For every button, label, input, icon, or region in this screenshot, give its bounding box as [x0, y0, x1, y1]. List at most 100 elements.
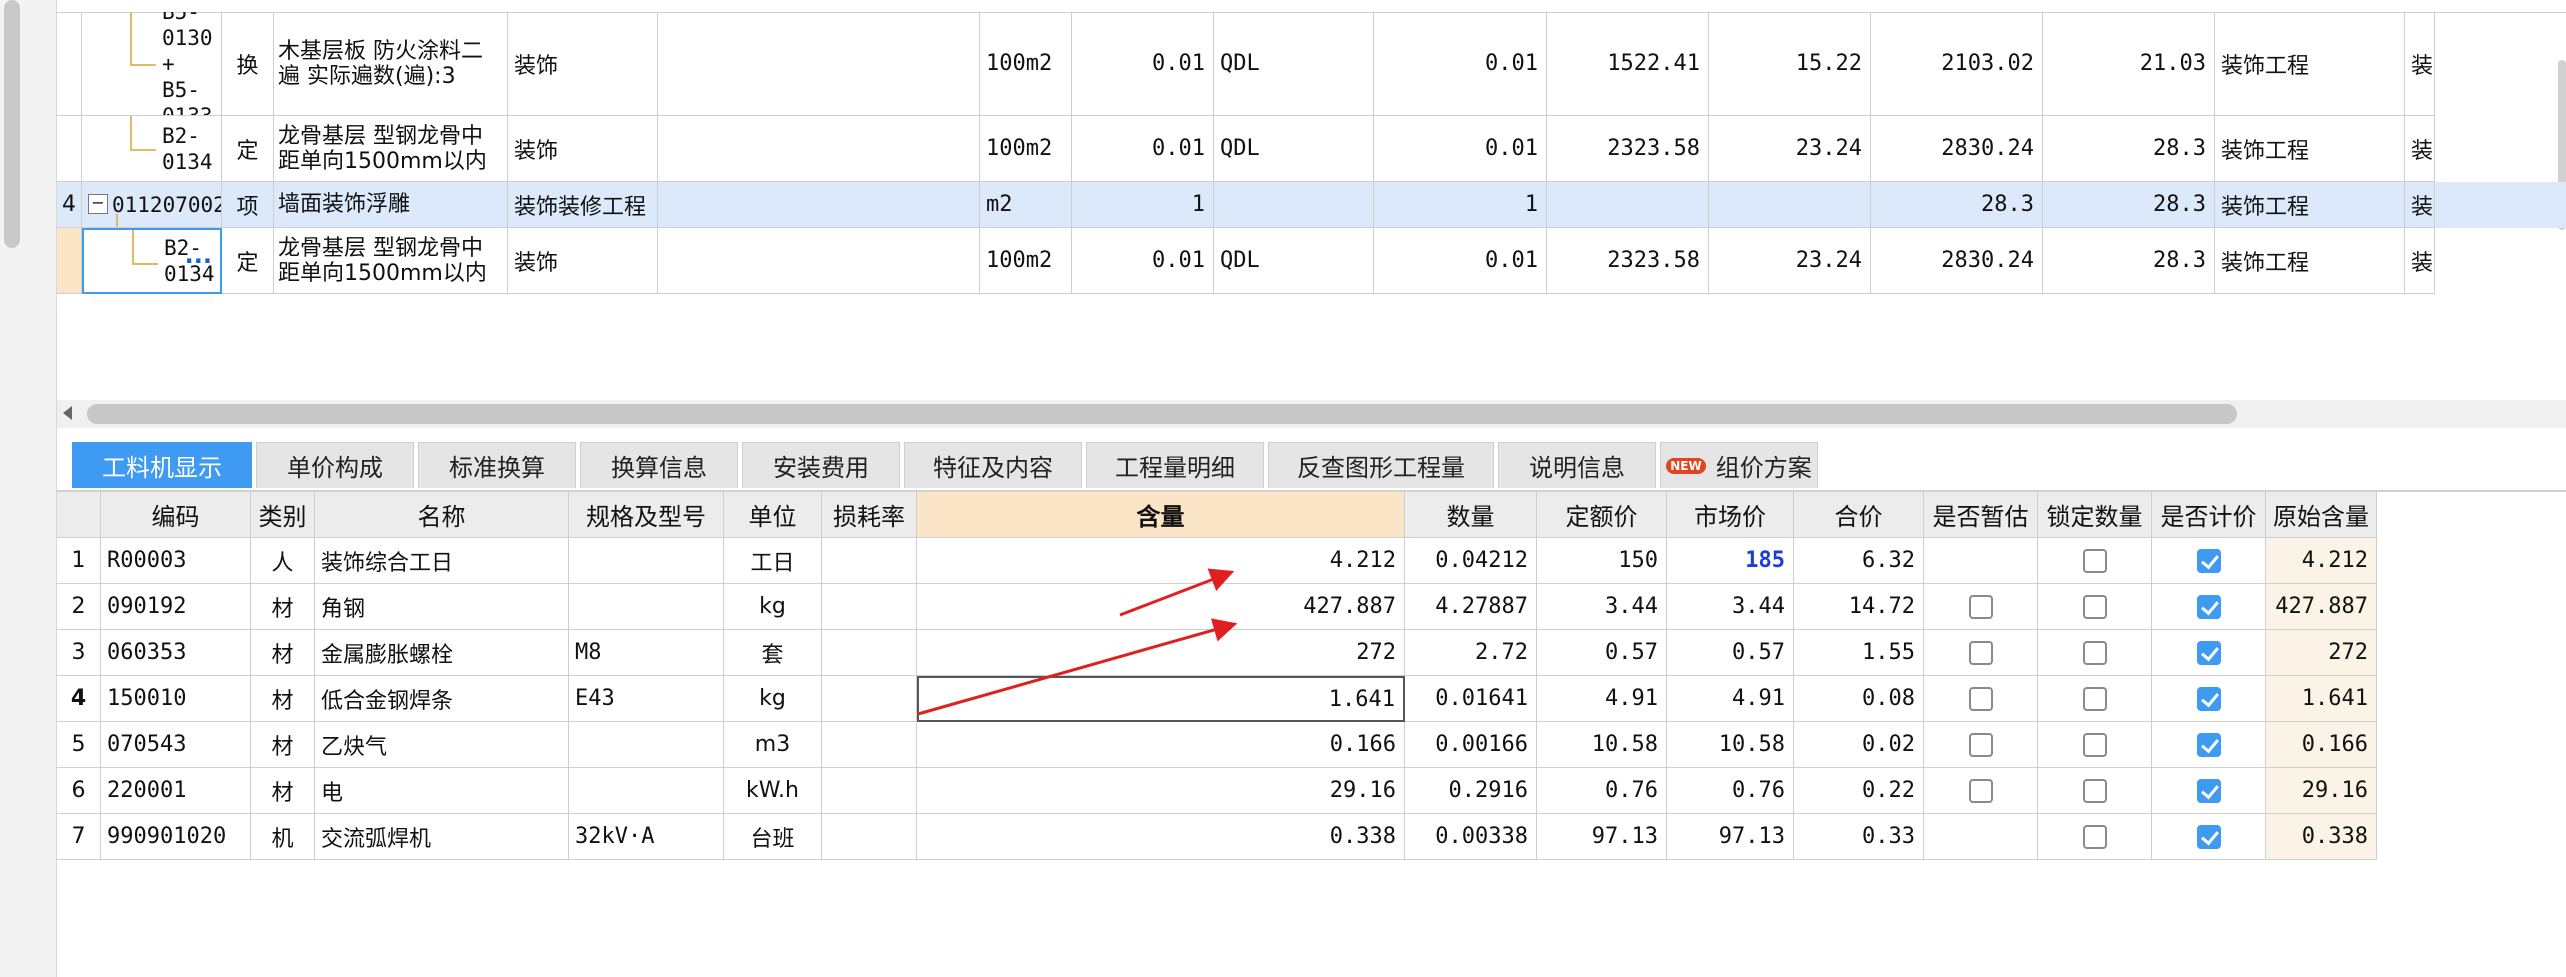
cell-qty[interactable]: 1 — [1374, 182, 1547, 228]
cell-unit[interactable]: 100m2 — [980, 116, 1072, 182]
column-header[interactable]: 定额价 — [1537, 492, 1667, 538]
cell-content[interactable]: 1.641 — [917, 676, 1405, 722]
cell-spec[interactable]: E43 — [569, 676, 724, 722]
cell-cat[interactable]: 人 — [251, 538, 315, 584]
cell-spec[interactable] — [569, 768, 724, 814]
cell-p2[interactable]: 23.24 — [1709, 116, 1871, 182]
cell-blank[interactable] — [658, 116, 980, 182]
checkbox-cell[interactable] — [1924, 768, 2038, 814]
cell-edge[interactable]: 装 — [2405, 228, 2435, 294]
cell-spec[interactable] — [569, 722, 724, 768]
cell-cat[interactable]: 装饰工程 — [2215, 116, 2405, 182]
cell-name[interactable]: 龙骨基层 型钢龙骨中距单向1500mm以内 — [274, 228, 508, 294]
cell-blank[interactable] — [658, 182, 980, 228]
checkbox[interactable] — [2196, 824, 2221, 849]
checkbox-cell[interactable] — [2038, 676, 2152, 722]
checkbox-cell[interactable] — [2038, 538, 2152, 584]
cell-code[interactable]: ··· B2-0134 — [82, 228, 222, 294]
cell-qty[interactable]: 4.27887 — [1405, 584, 1537, 630]
tab-item[interactable]: 换算信息 — [580, 442, 738, 488]
cell-quota[interactable]: 97.13 — [1537, 814, 1667, 860]
checkbox-cell[interactable] — [1924, 584, 2038, 630]
checkbox-cell[interactable] — [2152, 676, 2266, 722]
checkbox-cell[interactable] — [1924, 814, 2038, 860]
cell-spec[interactable]: 装饰装修工程 — [508, 182, 658, 228]
cell-qty[interactable]: 0.2916 — [1405, 768, 1537, 814]
cell-name[interactable]: 角钢 — [315, 584, 569, 630]
cell-name[interactable]: 木基层板 防火涂料二遍 实际遍数(遍):3 — [274, 12, 508, 116]
cell-loss[interactable] — [822, 538, 917, 584]
resource-row[interactable]: 3 060353 材金属膨胀螺栓 M8 套 272 2.72 0.57 0.57 1.55 272 — [57, 630, 2436, 676]
cell-spec[interactable]: M8 — [569, 630, 724, 676]
cell-quota[interactable]: 0.76 — [1537, 768, 1667, 814]
checkbox[interactable] — [1968, 640, 1993, 665]
cell-name[interactable]: 墙面装饰浮雕 — [274, 182, 508, 228]
checkbox[interactable] — [1968, 778, 1993, 803]
column-header[interactable]: 编码 — [101, 492, 251, 538]
cell-code[interactable]: B2-0134 — [82, 116, 222, 182]
tab-item[interactable]: 工程量明细 — [1086, 442, 1264, 488]
cell-spec[interactable] — [569, 538, 724, 584]
cell-market[interactable]: 10.58 — [1667, 722, 1794, 768]
cell-loss[interactable] — [822, 814, 917, 860]
cell-orig[interactable]: 1.641 — [2266, 676, 2377, 722]
cell-quota[interactable]: 10.58 — [1537, 722, 1667, 768]
checkbox[interactable] — [2196, 594, 2221, 619]
cell-p3[interactable]: 2830.24 — [1871, 116, 2043, 182]
checkbox[interactable] — [2082, 594, 2107, 619]
cell-name[interactable]: 乙炔气 — [315, 722, 569, 768]
cell-p3[interactable]: 2830.24 — [1871, 228, 2043, 294]
cell-spec[interactable]: 32kV·A — [569, 814, 724, 860]
cell-quota[interactable]: 4.91 — [1537, 676, 1667, 722]
checkbox-cell[interactable] — [2152, 584, 2266, 630]
cell-unit[interactable]: 套 — [724, 630, 822, 676]
cell-content[interactable]: 4.212 — [917, 538, 1405, 584]
cell-cat[interactable]: 材 — [251, 676, 315, 722]
checkbox-cell[interactable] — [1924, 630, 2038, 676]
cell-code[interactable]: 150010 — [101, 676, 251, 722]
cell-total[interactable]: 0.08 — [1794, 676, 1924, 722]
left-scroll-strip[interactable] — [0, 0, 57, 977]
estimate-row[interactable]: B2-0134 定龙骨基层 型钢龙骨中距单向1500mm以内 装饰 100m2 0.01… — [57, 116, 2566, 182]
cell-total[interactable]: 6.32 — [1794, 538, 1924, 584]
checkbox-cell[interactable] — [2152, 630, 2266, 676]
cell-cat[interactable]: 材 — [251, 584, 315, 630]
cell-quota[interactable]: 0.57 — [1537, 630, 1667, 676]
cell-market[interactable]: 0.57 — [1667, 630, 1794, 676]
checkbox-cell[interactable] — [1924, 722, 2038, 768]
cell-content[interactable]: 0.338 — [917, 814, 1405, 860]
cell-edge[interactable]: 装 — [2405, 12, 2435, 116]
cell-p2[interactable]: 23.24 — [1709, 228, 1871, 294]
vertical-scroll-thumb[interactable] — [4, 0, 20, 248]
checkbox-cell[interactable] — [2152, 722, 2266, 768]
cell-name[interactable]: 龙骨基层 型钢龙骨中距单向1500mm以内 — [274, 116, 508, 182]
cell-code[interactable]: −011207002001 — [82, 182, 222, 228]
cell-total[interactable]: 0.33 — [1794, 814, 1924, 860]
cell-unit[interactable]: 100m2 — [980, 12, 1072, 116]
column-header[interactable]: 锁定数量 — [2038, 492, 2152, 538]
checkbox[interactable] — [2082, 778, 2107, 803]
cell-total[interactable]: 14.72 — [1794, 584, 1924, 630]
cell-content[interactable]: 272 — [917, 630, 1405, 676]
cell-cat[interactable]: 材 — [251, 768, 315, 814]
cell-qty[interactable]: 0.01 — [1374, 228, 1547, 294]
cell-orig[interactable]: 427.887 — [2266, 584, 2377, 630]
cell-content[interactable]: 29.16 — [917, 768, 1405, 814]
cell-p4[interactable]: 28.3 — [2043, 182, 2215, 228]
cell-p3[interactable]: 2103.02 — [1871, 12, 2043, 116]
cell-type[interactable]: 定 — [222, 228, 274, 294]
cell-name[interactable]: 低合金钢焊条 — [315, 676, 569, 722]
checkbox-cell[interactable] — [2038, 722, 2152, 768]
cell-cat[interactable]: 装饰工程 — [2215, 12, 2405, 116]
tab-item[interactable]: 特征及内容 — [904, 442, 1082, 488]
cell-orig[interactable]: 29.16 — [2266, 768, 2377, 814]
cell-edge[interactable]: 装 — [2405, 116, 2435, 182]
cell-unit[interactable]: m3 — [724, 722, 822, 768]
checkbox[interactable] — [2196, 778, 2221, 803]
column-header[interactable] — [57, 492, 101, 538]
cell-p4[interactable]: 28.3 — [2043, 116, 2215, 182]
tab-item[interactable]: 反查图形工程量 — [1268, 442, 1494, 488]
checkbox[interactable] — [1968, 686, 1993, 711]
checkbox-cell[interactable] — [2152, 768, 2266, 814]
column-header[interactable]: 名称 — [315, 492, 569, 538]
